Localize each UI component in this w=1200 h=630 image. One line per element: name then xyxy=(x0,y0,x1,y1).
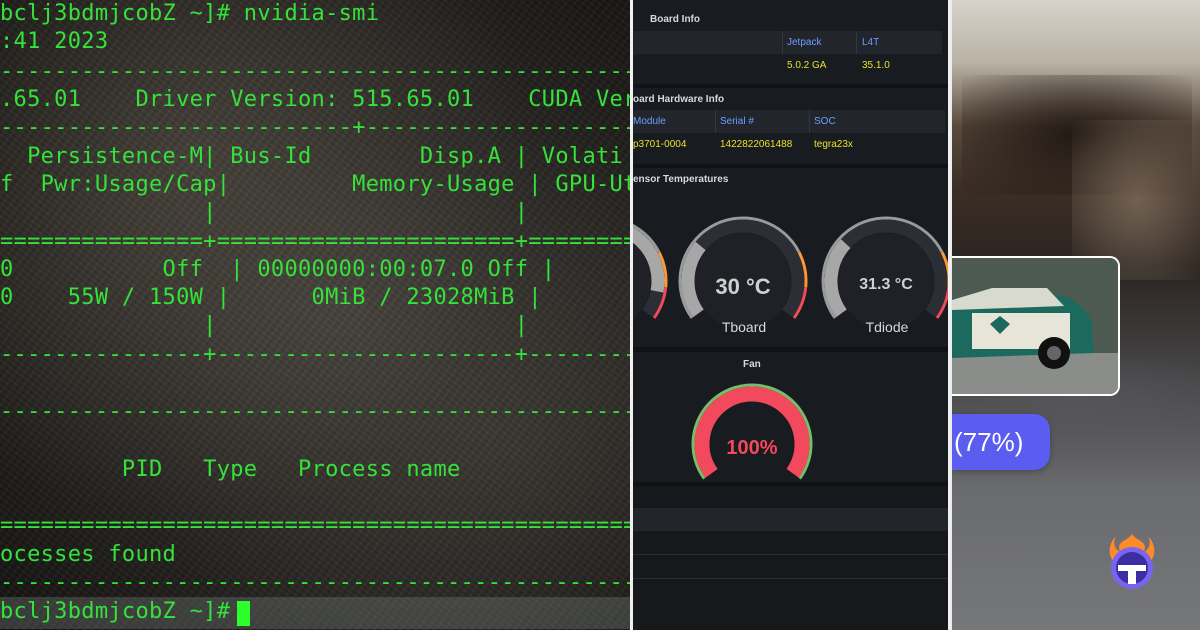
column-header-soc[interactable]: SOC xyxy=(814,116,836,127)
monitoring-dashboard: Board Info Jetpack L4T 5.0.2 GA 35.1.0 o… xyxy=(633,0,948,630)
progress-percentage-badge: (77%) xyxy=(952,414,1050,470)
table-row-divider xyxy=(633,554,948,555)
terminal-separator: ----------------------------------------… xyxy=(0,399,630,424)
terminal-gpu-row-3: | | xyxy=(0,313,529,338)
sensor-temperatures-panel: ensor Temperatures 30 °C Tboard 31.3 °C … xyxy=(633,168,948,347)
terminal-window[interactable]: bclj3bdmjcobZ ~]# nvidia-smi :41 2023 --… xyxy=(0,0,630,630)
hardware-info-panel: oard Hardware Info Module Serial # SOC p… xyxy=(633,88,948,164)
terminal-header-line-3: | | xyxy=(0,200,529,225)
column-header-serial[interactable]: Serial # xyxy=(720,116,754,127)
taxi-car-image xyxy=(952,258,1118,394)
column-header-jetpack[interactable]: Jetpack xyxy=(787,37,821,48)
tboard-value: 30 °C xyxy=(715,274,771,299)
terminal-driver-line: .65.01 Driver Version: 515.65.01 CUDA Ve… xyxy=(0,87,630,112)
terminal-double-separator: ========================================… xyxy=(0,513,630,538)
fan-panel: Fan 100% xyxy=(633,352,948,482)
fan-value: 100% xyxy=(726,437,778,459)
board-info-panel: Board Info Jetpack L4T 5.0.2 GA 35.1.0 xyxy=(633,0,948,84)
panel-title: oard Hardware Info xyxy=(633,94,725,105)
taxi-thumbnail[interactable] xyxy=(952,256,1120,396)
terminal-prompt-line: bclj3bdmjcobZ ~]# nvidia-smi xyxy=(0,1,380,26)
jetpack-value: 5.0.2 GA xyxy=(787,60,827,71)
terminal-header-line-1: Persistence-M| Bus-Id Disp.A | Volati xyxy=(0,144,624,169)
terminal-process-header: PID Type Process name xyxy=(0,457,461,482)
table-header: Jetpack L4T xyxy=(633,31,942,54)
tboard-label: Tboard xyxy=(721,319,767,335)
terminal-no-processes-line: ocesses found xyxy=(0,542,177,567)
helmet-logo-icon xyxy=(1104,532,1160,592)
tdiode-value: 31.3 °C xyxy=(859,276,913,293)
terminal-separator: ---------------+----------------------+-… xyxy=(0,342,630,367)
terminal-header-line-2: f Pwr:Usage/Cap| Memory-Usage | GPU-Ut xyxy=(0,172,630,197)
terminal-double-separator: ===============+======================+=… xyxy=(0,229,630,254)
module-value: p3701-0004 xyxy=(633,139,687,150)
tdiode-label: Tdiode xyxy=(865,319,909,335)
lower-panel xyxy=(633,486,948,630)
terminal-separator-top: ----------------------------------------… xyxy=(0,59,630,84)
terminal-cursor xyxy=(237,601,250,626)
fan-gauge xyxy=(691,383,813,482)
soc-value: tegra23x xyxy=(814,139,853,150)
terminal-separator: ----------------------------------------… xyxy=(0,570,630,595)
terminal-gpu-row-2: 0 55W / 150W | 0MiB / 23028MiB | 2% xyxy=(0,285,630,310)
street-photo-panel: (77%) xyxy=(952,0,1200,630)
table-header xyxy=(633,508,948,531)
serial-value: 1422822061488 xyxy=(720,139,793,150)
l4t-value: 35.1.0 xyxy=(862,60,890,71)
terminal-date-line: :41 2023 xyxy=(0,29,109,54)
column-header-module[interactable]: Module xyxy=(633,116,666,127)
panel-divider xyxy=(948,0,951,630)
terminal-gpu-row-1: 0 Off | 00000000:00:07.0 Off | xyxy=(0,257,556,282)
column-header-l4t[interactable]: L4T xyxy=(862,37,879,48)
terminal-separator: --------------------------+-------------… xyxy=(0,115,630,140)
table-header: Module Serial # SOC xyxy=(633,110,945,133)
panel-title: Board Info xyxy=(650,14,700,25)
terminal-prompt-input[interactable]: bclj3bdmjcobZ ~]# xyxy=(0,598,230,626)
table-row-divider xyxy=(633,578,948,579)
